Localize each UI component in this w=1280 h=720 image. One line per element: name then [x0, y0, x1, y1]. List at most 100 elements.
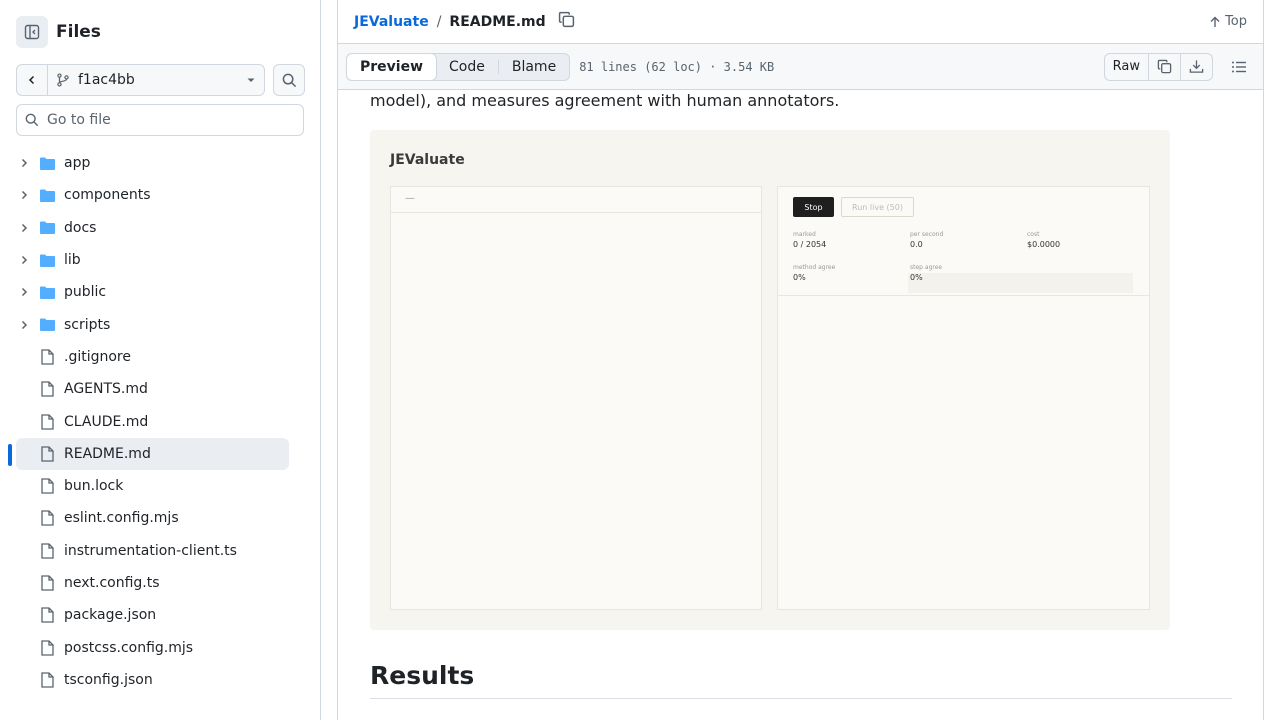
tab-code[interactable]: Code [436, 54, 498, 80]
folder-icon [38, 285, 56, 300]
chevron-right-icon [16, 286, 32, 298]
download-button[interactable] [1181, 54, 1212, 80]
tree-item-label: scripts [64, 316, 111, 333]
view-mode-tabs: Preview Code Blame [346, 52, 571, 81]
chevron-right-icon [16, 222, 32, 234]
tree-item-next-config[interactable]: next.config.ts [16, 567, 289, 599]
tree-item-label: bun.lock [64, 478, 124, 495]
raw-actions-group: Raw [1103, 52, 1213, 81]
file-stats: 81 lines (62 loc) · 3.54 KB [579, 59, 775, 74]
copy-path-button[interactable] [558, 11, 575, 32]
collapse-sidebar-button[interactable] [16, 16, 48, 48]
tree-item-postcss-config[interactable]: postcss.config.mjs [16, 631, 289, 663]
branch-selector-group: f1ac4bb [16, 64, 265, 96]
tree-item-label: AGENTS.md [64, 381, 148, 398]
raw-button[interactable]: Raw [1105, 53, 1149, 80]
file-icon [38, 446, 56, 462]
copy-icon [1157, 59, 1172, 74]
tree-item-label: next.config.ts [64, 575, 160, 591]
file-icon [38, 543, 56, 559]
breadcrumb-bar: JEValuate / README.md Top [338, 0, 1263, 44]
tree-item-label: postcss.config.mjs [64, 639, 194, 656]
branch-selector[interactable]: f1ac4bb [48, 65, 264, 95]
arrow-up-icon [1210, 16, 1220, 27]
screenshot-left-header: — [391, 187, 761, 213]
tree-item-app[interactable]: app [16, 147, 289, 179]
tree-item-label: package.json [64, 607, 157, 624]
chevron-left-icon [28, 75, 35, 85]
tree-item-tsconfig[interactable]: tsconfig.json [16, 664, 289, 696]
screenshot-stop-button: Stop [793, 197, 834, 217]
file-icon [38, 381, 56, 397]
screenshot-stat: cost $0.0000 [1027, 231, 1061, 249]
file-icon [38, 672, 56, 688]
tree-item-label: tsconfig.json [64, 671, 153, 688]
toolbar-actions: Raw [1103, 52, 1255, 81]
file-icon [38, 478, 56, 494]
screenshot-stat: marked 0 / 2054 [793, 231, 827, 249]
branch-row: f1ac4bb [16, 64, 305, 96]
list-unordered-icon [1232, 61, 1246, 72]
search-icon [282, 73, 296, 87]
tree-item-lib[interactable]: lib [16, 244, 289, 276]
results-heading: Results [370, 661, 1232, 699]
tree-item-agents-md[interactable]: AGENTS.md [16, 373, 289, 405]
search-icon [25, 113, 39, 127]
file-tree: app components docs lib public scripts .… [8, 147, 289, 696]
tree-item-readme-md[interactable]: README.md [8, 437, 289, 470]
tree-item-public[interactable]: public [16, 276, 289, 308]
tree-item-label: lib [64, 252, 81, 269]
file-icon [38, 639, 56, 656]
download-icon [1189, 60, 1204, 73]
tree-item-instrumentation-client[interactable]: instrumentation-client.ts [16, 535, 289, 567]
tree-item-label: .gitignore [64, 348, 131, 365]
screenshot-run-button: Run live (50) [841, 197, 914, 217]
tree-item-bun-lock[interactable]: bun.lock [16, 470, 289, 502]
copy-raw-button[interactable] [1149, 53, 1181, 80]
tree-item-label: components [64, 187, 151, 204]
tab-blame[interactable]: Blame [499, 54, 569, 80]
tree-item-package-json[interactable]: package.json [16, 599, 289, 631]
go-to-file-field[interactable] [16, 104, 304, 136]
folder-icon [38, 156, 56, 171]
go-to-file-input[interactable] [47, 112, 287, 128]
sidebar-collapse-icon [24, 24, 40, 40]
tree-item-gitignore[interactable]: .gitignore [16, 341, 289, 373]
tree-item-claude-md[interactable]: CLAUDE.md [16, 405, 289, 437]
screenshot-stat: per second 0.0 [910, 231, 944, 249]
screenshot-stat: step agree 0% [910, 264, 943, 282]
breadcrumb-repo-link[interactable]: JEValuate [354, 14, 429, 30]
breadcrumb-file-name: README.md [449, 13, 546, 30]
tree-item-scripts[interactable]: scripts [16, 308, 289, 340]
folder-icon [38, 220, 56, 235]
tree-item-label: instrumentation-client.ts [64, 542, 237, 559]
screenshot-app-title: JEValuate [390, 152, 465, 168]
branch-name: f1ac4bb [78, 72, 135, 88]
tree-item-label: CLAUDE.md [64, 413, 149, 430]
top-label: Top [1225, 14, 1247, 29]
file-toolbar: Preview Code Blame 81 lines (62 loc) · 3… [338, 44, 1263, 90]
readme-screenshot: JEValuate — Stop Run live (50) marked 0 … [370, 130, 1170, 630]
back-to-top-button[interactable]: Top [1209, 14, 1247, 29]
file-icon [38, 607, 56, 623]
tree-item-label: README.md [64, 445, 151, 462]
file-view: JEValuate / README.md Top Preview Code B… [337, 0, 1264, 720]
outline-button[interactable] [1223, 53, 1255, 81]
tree-item-label: app [64, 155, 91, 172]
selected-indicator [8, 443, 12, 466]
tab-preview[interactable]: Preview [346, 52, 438, 81]
tree-item-eslint-config[interactable]: eslint.config.mjs [16, 502, 289, 534]
tree-item-label: public [64, 284, 107, 301]
back-button[interactable] [17, 65, 48, 95]
tree-item-components[interactable]: components [16, 179, 289, 211]
chevron-right-icon [16, 319, 32, 331]
folder-icon [38, 253, 56, 268]
folder-icon [38, 188, 56, 203]
breadcrumb-separator: / [436, 13, 442, 30]
file-icon [38, 349, 56, 365]
search-files-button[interactable] [273, 64, 305, 96]
sidebar-header: Files [16, 16, 101, 48]
file-tree-sidebar: Files f1ac4bb Go to file app components … [0, 0, 321, 720]
tree-item-docs[interactable]: docs [16, 212, 289, 244]
copy-icon [558, 11, 574, 28]
